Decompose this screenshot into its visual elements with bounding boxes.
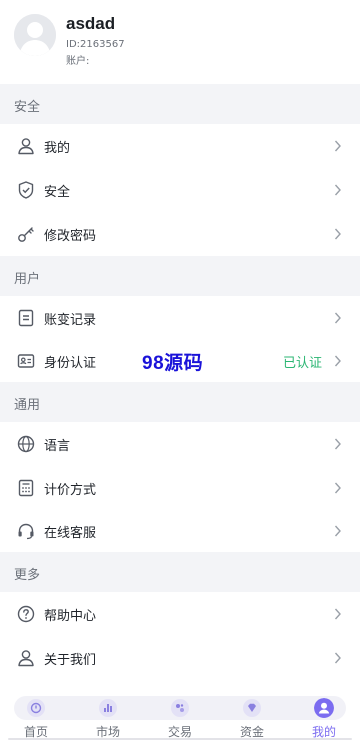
key-icon xyxy=(18,227,34,242)
menu-item-change-password[interactable]: 修改密码 xyxy=(0,212,360,256)
section-header-user: 用户 xyxy=(0,256,360,296)
exchange-icon xyxy=(171,699,189,717)
home-icon xyxy=(27,699,45,717)
chevron-right-icon xyxy=(334,184,341,196)
menu-item-label: 我的 xyxy=(44,141,71,156)
document-icon xyxy=(18,309,34,327)
menu-item-label: 修改密码 xyxy=(44,229,97,244)
bottom-tab-bar: 首页 市场 交易 资金 我的 xyxy=(0,691,360,741)
menu-item-language[interactable]: 语言 xyxy=(0,422,360,466)
verified-status: 已认证 xyxy=(282,356,322,371)
chevron-right-icon xyxy=(334,608,341,620)
tab-mine[interactable]: 我的 xyxy=(302,696,346,741)
chevron-right-icon xyxy=(334,482,341,494)
chevron-right-icon xyxy=(334,312,341,324)
diamond-icon xyxy=(243,699,261,717)
menu-item-label: 计价方式 xyxy=(44,483,97,498)
user-icon xyxy=(18,650,34,667)
menu-item-label: 帮助中心 xyxy=(44,609,97,624)
menu-item-label: 身份认证 xyxy=(44,356,97,371)
bar-chart-icon xyxy=(99,699,117,717)
question-circle-icon xyxy=(17,605,35,623)
section-title: 通用 xyxy=(14,398,41,413)
section-title: 安全 xyxy=(14,100,41,115)
chevron-right-icon xyxy=(334,438,341,450)
menu-item-mine[interactable]: 我的 xyxy=(0,124,360,168)
menu-item-label: 账变记录 xyxy=(44,313,97,328)
user-circle-icon xyxy=(314,698,334,718)
default-avatar-icon xyxy=(14,14,56,56)
section-header-security: 安全 xyxy=(0,84,360,124)
username: asdad xyxy=(66,14,116,33)
user-icon xyxy=(18,138,34,155)
id-card-icon xyxy=(17,354,35,368)
menu-item-about[interactable]: 关于我们 xyxy=(0,636,360,680)
menu-item-label: 在线客服 xyxy=(44,526,97,541)
account-label: 账户: xyxy=(66,56,90,67)
headset-icon xyxy=(18,523,34,540)
chevron-right-icon xyxy=(334,228,341,240)
chevron-right-icon xyxy=(334,652,341,664)
user-id: ID:2163567 xyxy=(66,39,125,50)
section-header-more: 更多 xyxy=(0,552,360,592)
tab-market[interactable]: 市场 xyxy=(86,696,130,741)
section-header-general: 通用 xyxy=(0,382,360,422)
chevron-right-icon xyxy=(334,140,341,152)
watermark: 98源码 xyxy=(142,353,204,374)
menu-item-pricing[interactable]: 计价方式 xyxy=(0,466,360,510)
section-title: 用户 xyxy=(14,272,41,287)
chevron-right-icon xyxy=(334,355,341,367)
menu-item-ledger[interactable]: 账变记录 xyxy=(0,296,360,340)
calculator-icon xyxy=(18,479,34,497)
menu-item-security[interactable]: 安全 xyxy=(0,168,360,212)
tab-funds[interactable]: 资金 xyxy=(230,696,274,741)
menu-item-label: 关于我们 xyxy=(44,653,97,668)
menu-item-support[interactable]: 在线客服 xyxy=(0,509,360,553)
chevron-right-icon xyxy=(334,525,341,537)
menu-item-label: 安全 xyxy=(44,185,71,200)
profile-header: asdad ID:2163567 账户: xyxy=(0,0,360,84)
tab-home[interactable]: 首页 xyxy=(14,696,58,741)
menu-item-label: 语言 xyxy=(44,439,71,454)
tab-trade[interactable]: 交易 xyxy=(158,696,202,741)
home-indicator xyxy=(8,738,352,740)
globe-icon xyxy=(17,435,35,453)
avatar[interactable] xyxy=(14,14,56,56)
shield-check-icon xyxy=(18,181,34,199)
section-title: 更多 xyxy=(14,568,41,583)
menu-item-help[interactable]: 帮助中心 xyxy=(0,592,360,636)
